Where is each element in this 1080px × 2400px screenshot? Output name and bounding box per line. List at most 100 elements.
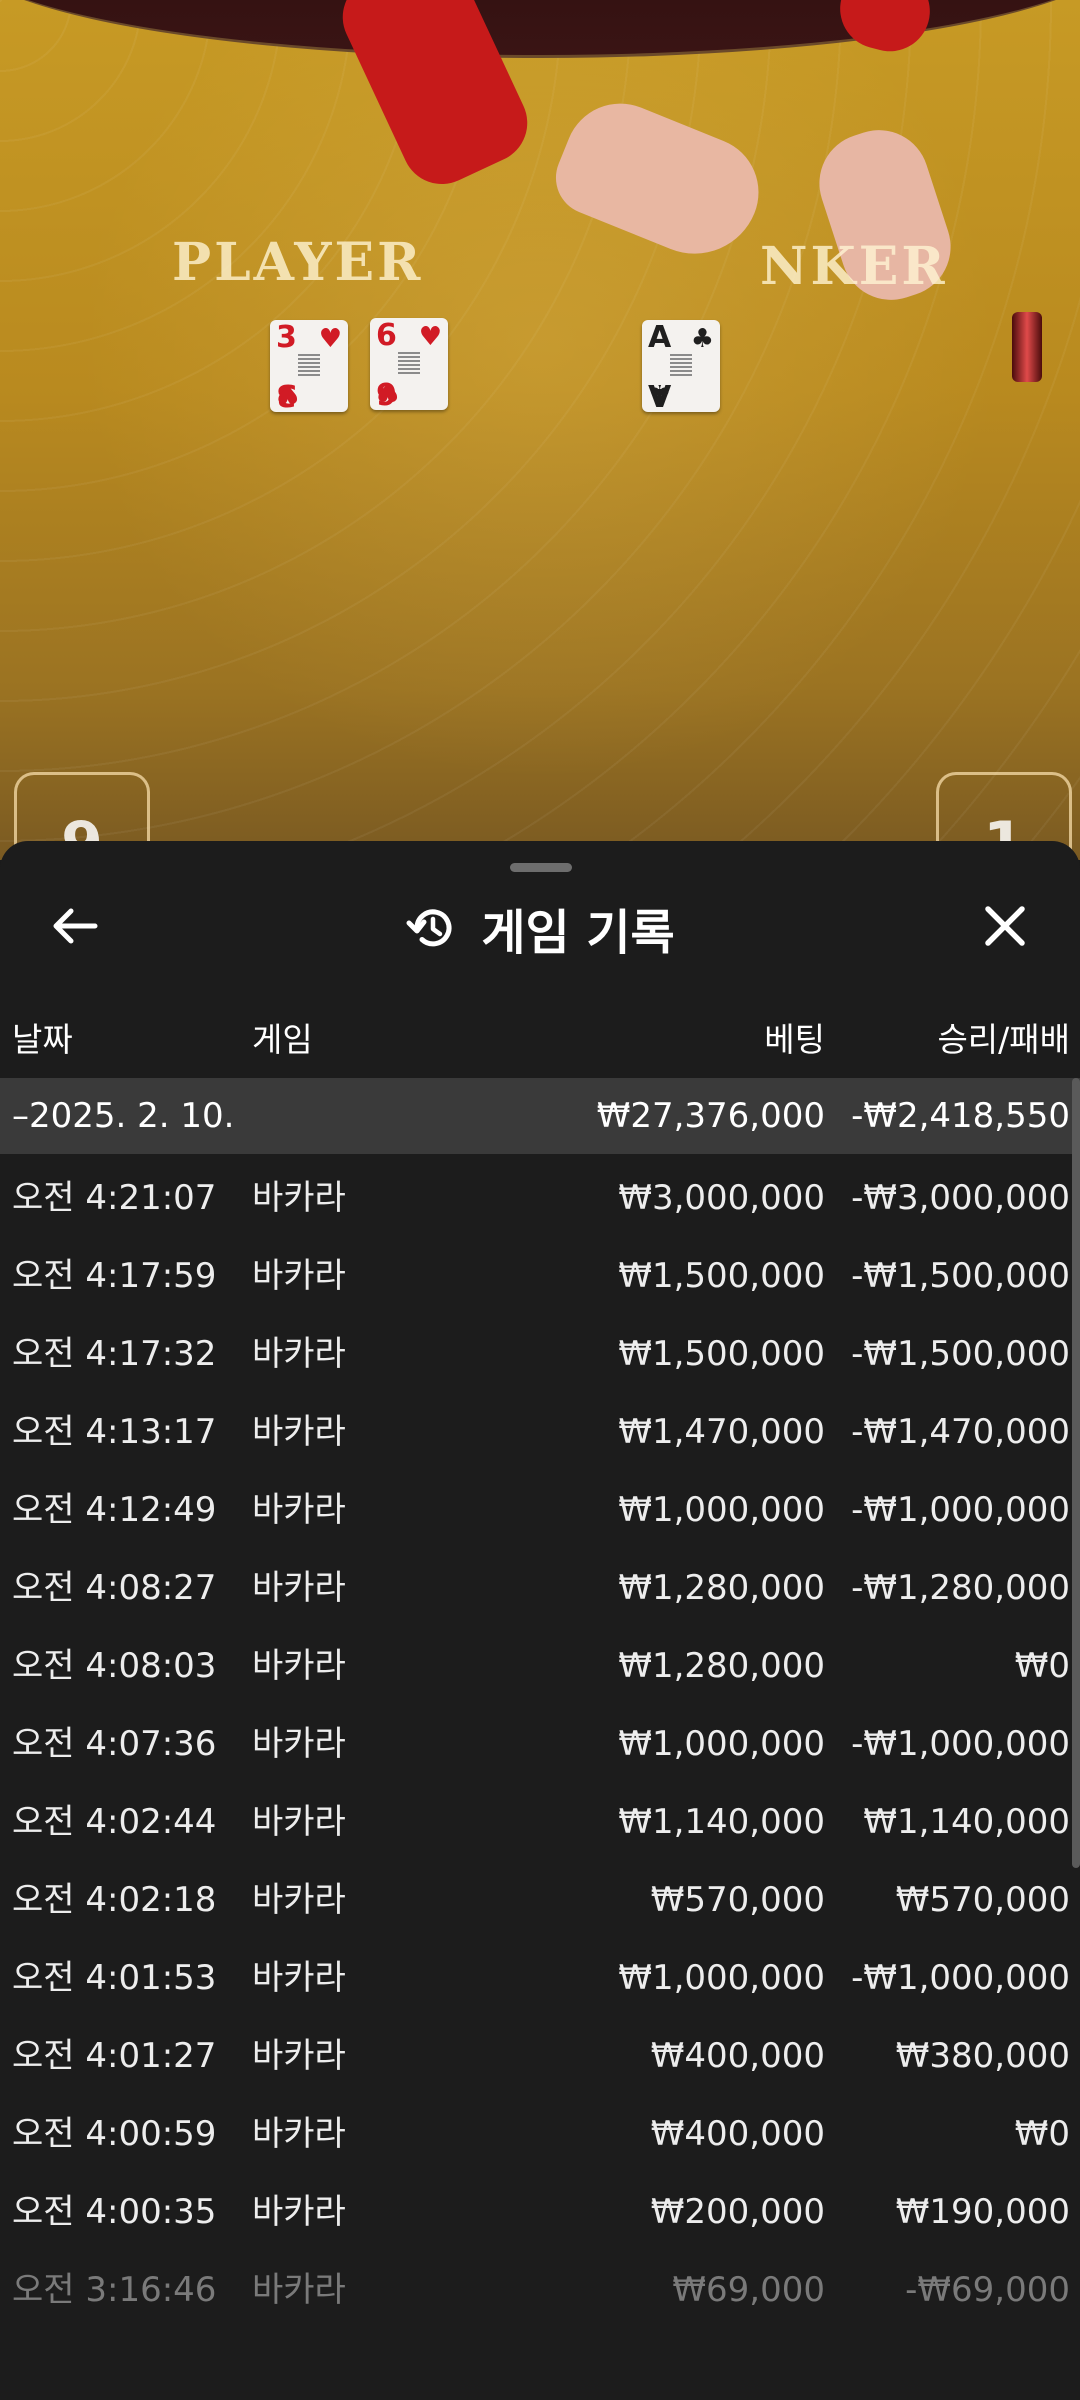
row-bet: ₩400,000 xyxy=(650,2036,825,2076)
row-result: -₩1,000,000 xyxy=(851,1958,1070,1998)
row-bet: ₩1,280,000 xyxy=(618,1646,825,1686)
table-row[interactable]: 오전 4:00:59 바카라 ₩400,000 ₩0 xyxy=(0,2095,1080,2173)
row-bet: ₩1,500,000 xyxy=(618,1334,825,1374)
row-game: 바카라 xyxy=(252,2036,346,2076)
page-title: 게임 기록 xyxy=(481,905,675,961)
table-row[interactable]: 오전 4:08:03 바카라 ₩1,280,000 ₩0 xyxy=(0,1627,1080,1705)
column-header-game: 게임 xyxy=(252,1020,313,1059)
row-time: 오전 4:08:27 xyxy=(12,1568,217,1608)
row-bet: ₩570,000 xyxy=(650,1880,825,1920)
game-table-video: PLAYER NKER 3 ♥ 3 ♥ 6 ♥ 6 ♥ A ♣ A ♣ 9 1 xyxy=(0,0,1080,860)
game-history-sheet: 게임 기록 날짜 게임 베팅 승리/패배 –2025. 2. 10. ₩27,3… xyxy=(0,841,1080,2400)
dealer-arm xyxy=(831,0,939,61)
row-result: ₩570,000 xyxy=(895,1880,1070,1920)
row-result: ₩0 xyxy=(1014,2114,1070,2154)
row-result: -₩1,500,000 xyxy=(851,1334,1070,1374)
table-row[interactable]: 오전 4:17:32 바카라 ₩1,500,000 -₩1,500,000 xyxy=(0,1315,1080,1393)
row-game: 바카라 xyxy=(252,1646,346,1686)
row-result: -₩1,280,000 xyxy=(851,1568,1070,1608)
table-row[interactable]: 오전 4:08:27 바카라 ₩1,280,000 -₩1,280,000 xyxy=(0,1549,1080,1627)
row-bet: ₩400,000 xyxy=(650,2114,825,2154)
table-row[interactable]: 오전 4:17:59 바카라 ₩1,500,000 -₩1,500,000 xyxy=(0,1237,1080,1315)
row-game: 바카라 xyxy=(252,1880,346,1920)
row-game: 바카라 xyxy=(252,2270,346,2310)
row-result: -₩3,000,000 xyxy=(851,1178,1070,1218)
row-bet: ₩1,500,000 xyxy=(618,1256,825,1296)
row-result: -₩1,000,000 xyxy=(851,1724,1070,1764)
row-time: 오전 4:01:27 xyxy=(12,2036,217,2076)
table-row[interactable]: 오전 4:21:07 바카라 ₩3,000,000 -₩3,000,000 xyxy=(0,1159,1080,1237)
row-game: 바카라 xyxy=(252,1568,346,1608)
row-time: 오전 4:17:59 xyxy=(12,1256,217,1296)
player-label: PLAYER xyxy=(172,232,424,293)
row-bet: ₩69,000 xyxy=(672,2270,825,2310)
row-bet: ₩1,470,000 xyxy=(618,1412,825,1452)
row-time: 오전 4:21:07 xyxy=(12,1178,217,1218)
table-row[interactable]: 오전 4:02:44 바카라 ₩1,140,000 ₩1,140,000 xyxy=(0,1783,1080,1861)
row-game: 바카라 xyxy=(252,1490,346,1530)
close-button[interactable] xyxy=(970,891,1040,961)
row-game: 바카라 xyxy=(252,2114,346,2154)
table-header: 날짜 게임 베팅 승리/패배 xyxy=(0,1013,1080,1063)
row-bet: ₩1,000,000 xyxy=(618,1490,825,1530)
row-time: 오전 4:07:36 xyxy=(12,1724,217,1764)
row-bet: ₩1,140,000 xyxy=(618,1802,825,1842)
row-game: 바카라 xyxy=(252,1256,346,1296)
scrollbar[interactable] xyxy=(1072,1078,1080,1868)
summary-date: –2025. 2. 10. xyxy=(12,1096,235,1136)
player-card: 6 ♥ 6 ♥ xyxy=(370,318,448,410)
row-result: ₩380,000 xyxy=(895,2036,1070,2076)
row-time: 오전 4:01:53 xyxy=(12,1958,217,1998)
row-time: 오전 4:17:32 xyxy=(12,1334,217,1374)
chip-stack xyxy=(1012,312,1042,382)
table-row[interactable]: 오전 4:01:53 바카라 ₩1,000,000 -₩1,000,000 xyxy=(0,1939,1080,2017)
row-bet: ₩3,000,000 xyxy=(618,1178,825,1218)
column-header-bet: 베팅 xyxy=(764,1020,825,1059)
row-result: -₩1,000,000 xyxy=(851,1490,1070,1530)
date-summary-row[interactable]: –2025. 2. 10. ₩27,376,000 -₩2,418,550 xyxy=(0,1078,1080,1154)
row-game: 바카라 xyxy=(252,1802,346,1842)
row-bet: ₩1,000,000 xyxy=(618,1724,825,1764)
table-row[interactable]: 오전 4:13:17 바카라 ₩1,470,000 -₩1,470,000 xyxy=(0,1393,1080,1471)
row-time: 오전 4:08:03 xyxy=(12,1646,217,1686)
row-bet: ₩1,280,000 xyxy=(618,1568,825,1608)
table-row[interactable]: 오전 4:02:18 바카라 ₩570,000 ₩570,000 xyxy=(0,1861,1080,1939)
row-time: 오전 4:00:59 xyxy=(12,2114,217,2154)
column-header-result: 승리/패배 xyxy=(937,1020,1070,1059)
close-icon xyxy=(985,906,1025,946)
banker-label: NKER xyxy=(760,236,948,297)
row-game: 바카라 xyxy=(252,1958,346,1998)
row-result: -₩1,470,000 xyxy=(851,1412,1070,1452)
player-card: 3 ♥ 3 ♥ xyxy=(270,320,348,412)
row-time: 오전 3:16:46 xyxy=(12,2270,217,2310)
table-row[interactable]: 오전 3:16:46 바카라 ₩69,000 -₩69,000 xyxy=(0,2251,1080,2329)
row-result: -₩1,500,000 xyxy=(851,1256,1070,1296)
row-game: 바카라 xyxy=(252,1724,346,1764)
sheet-drag-handle[interactable] xyxy=(510,863,572,872)
row-time: 오전 4:00:35 xyxy=(12,2192,217,2232)
row-time: 오전 4:02:44 xyxy=(12,1802,217,1842)
row-time: 오전 4:12:49 xyxy=(12,1490,217,1530)
history-list: 오전 4:21:07 바카라 ₩3,000,000 -₩3,000,000 오전… xyxy=(0,1159,1080,2329)
row-bet: ₩1,000,000 xyxy=(618,1958,825,1998)
table-row[interactable]: 오전 4:12:49 바카라 ₩1,000,000 -₩1,000,000 xyxy=(0,1471,1080,1549)
table-row[interactable]: 오전 4:07:36 바카라 ₩1,000,000 -₩1,000,000 xyxy=(0,1705,1080,1783)
row-result: ₩190,000 xyxy=(895,2192,1070,2232)
dealer-hand xyxy=(544,86,776,274)
row-result: ₩0 xyxy=(1014,1646,1070,1686)
row-result: -₩69,000 xyxy=(905,2270,1070,2310)
summary-bet: ₩27,376,000 xyxy=(596,1096,825,1136)
table-row[interactable]: 오전 4:01:27 바카라 ₩400,000 ₩380,000 xyxy=(0,2017,1080,2095)
table-row[interactable]: 오전 4:00:35 바카라 ₩200,000 ₩190,000 xyxy=(0,2173,1080,2251)
row-game: 바카라 xyxy=(252,1334,346,1374)
row-time: 오전 4:02:18 xyxy=(12,1880,217,1920)
row-game: 바카라 xyxy=(252,2192,346,2232)
row-game: 바카라 xyxy=(252,1412,346,1452)
row-game: 바카라 xyxy=(252,1178,346,1218)
summary-result: -₩2,418,550 xyxy=(851,1096,1070,1136)
banker-card: A ♣ A ♣ xyxy=(642,320,720,412)
history-icon xyxy=(406,909,452,947)
row-result: ₩1,140,000 xyxy=(863,1802,1070,1842)
sheet-header: 게임 기록 xyxy=(0,893,1080,963)
column-header-date: 날짜 xyxy=(12,1020,73,1059)
